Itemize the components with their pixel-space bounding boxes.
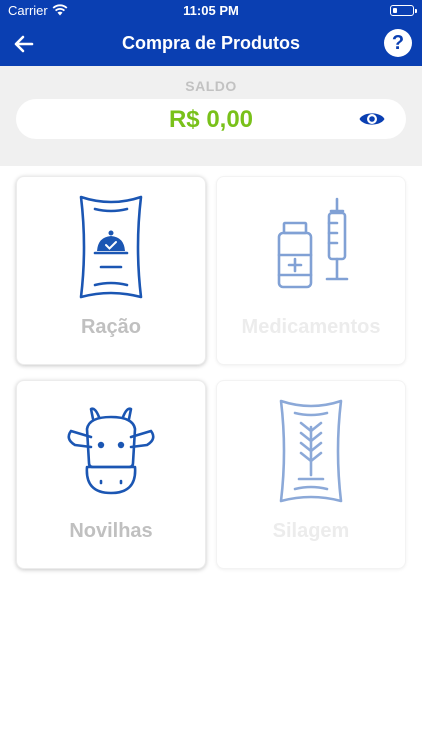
eye-icon[interactable]: [358, 108, 386, 130]
product-label: Silagem: [272, 520, 350, 542]
product-card-novilhas[interactable]: Novilhas: [16, 380, 206, 569]
product-label: Ração: [80, 316, 142, 338]
balance-pill: R$ 0,00: [16, 99, 406, 139]
product-card-silagem[interactable]: Silagem: [216, 380, 406, 569]
cow-icon: [67, 407, 155, 495]
status-bar: Carrier 11:05 PM: [0, 0, 422, 22]
nav-bar: Compra de Produtos ?: [0, 22, 422, 66]
silage-bag-icon: [279, 399, 343, 503]
balance-value: R$ 0,00: [168, 106, 254, 133]
battery-icon: [390, 5, 417, 16]
product-label: Medicamentos: [241, 316, 381, 338]
feed-bag-icon: [79, 195, 143, 299]
product-label: Novilhas: [69, 520, 153, 542]
product-card-racao[interactable]: Ração: [16, 176, 206, 365]
help-button[interactable]: ?: [384, 29, 412, 57]
product-card-medicamentos[interactable]: Medicamentos: [216, 176, 406, 365]
page-title: Compra de Produtos: [121, 33, 300, 53]
balance-label: SALDO: [185, 78, 237, 94]
clock: 11:05 PM: [183, 3, 239, 18]
balance-section: SALDO R$ 0,00: [0, 66, 422, 166]
medicine-icon: [277, 197, 349, 289]
